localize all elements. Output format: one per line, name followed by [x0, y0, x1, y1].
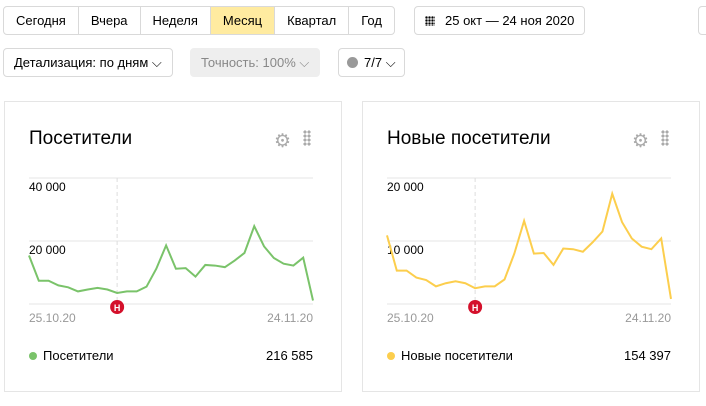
comment-icon: [347, 57, 358, 68]
extra-button[interactable]: [698, 6, 706, 35]
legend-item[interactable]: Новые посетители: [387, 348, 513, 363]
total-value: 154 397: [624, 348, 671, 363]
x-start-label: 25.10.20: [29, 311, 76, 325]
period-year[interactable]: Год: [349, 7, 394, 34]
chevron-down-icon: ⌵: [299, 55, 310, 70]
legend-label: Новые посетители: [401, 348, 513, 363]
card-title: Новые посетители: [387, 128, 551, 149]
x-end-label: 24.11.20: [625, 311, 671, 325]
visitors-card: Посетители ⚙ 20 000 40 000 Н 25.10.20 24.11.…: [4, 101, 342, 392]
legend-dot: [29, 351, 37, 360]
detail-label: Детализация: по дням: [14, 55, 149, 70]
date-range-label: 25 окт — 24 ноя 2020: [445, 13, 575, 28]
accuracy-label: Точность: 100%: [201, 55, 296, 70]
period-yesterday[interactable]: Вчера: [79, 7, 141, 34]
legend-item[interactable]: Посетители: [29, 348, 114, 363]
total-value: 216 585: [266, 348, 313, 363]
drag-handle-icon[interactable]: [661, 130, 669, 146]
gear-icon[interactable]: ⚙: [274, 130, 291, 153]
chevron-down-icon: ⌵: [385, 55, 396, 70]
notes-label: 7/7: [364, 55, 383, 70]
legend-dot: [387, 351, 395, 360]
x-start-label: 25.10.20: [387, 311, 434, 325]
card-title: Посетители: [29, 128, 133, 149]
legend-label: Посетители: [43, 348, 114, 363]
new-visitors-chart: 10 00020 000Н25.10.20 24.11.20: [386, 177, 672, 325]
period-quarter[interactable]: Квартал: [275, 7, 350, 34]
period-selector: Сегодня Вчера Неделя Месяц Квартал Год: [3, 6, 395, 35]
x-end-label: 24.11.20: [267, 311, 313, 325]
drag-handle-icon[interactable]: [303, 130, 311, 146]
series-line: [28, 223, 314, 301]
visitors-chart: 20 000 40 000 Н 25.10.20 24.11.20: [28, 177, 314, 325]
gear-icon[interactable]: ⚙: [632, 130, 649, 153]
note-marker-label: Н: [472, 303, 479, 313]
accuracy-dropdown[interactable]: Точность: 100% ⌵: [190, 48, 321, 77]
y-tick-label: 20 000: [387, 180, 424, 194]
series-line: [386, 190, 672, 300]
detail-dropdown[interactable]: Детализация: по дням ⌵: [3, 48, 173, 77]
new-visitors-card: Новые посетители ⚙ 10 000 20 000 Н 25.10.20…: [362, 101, 700, 392]
chevron-down-icon: ⌵: [151, 55, 162, 70]
date-range-button[interactable]: 25 окт — 24 ноя 2020: [414, 6, 586, 35]
note-marker-label: Н: [114, 303, 121, 313]
period-today[interactable]: Сегодня: [4, 7, 79, 34]
notes-dropdown[interactable]: 7/7 ⌵: [338, 48, 405, 77]
calendar-icon: [425, 16, 435, 26]
y-tick-label: 40 000: [29, 180, 66, 194]
period-week[interactable]: Неделя: [141, 7, 211, 34]
period-month[interactable]: Месяц: [210, 7, 276, 34]
y-tick-label: 20 000: [29, 243, 66, 257]
